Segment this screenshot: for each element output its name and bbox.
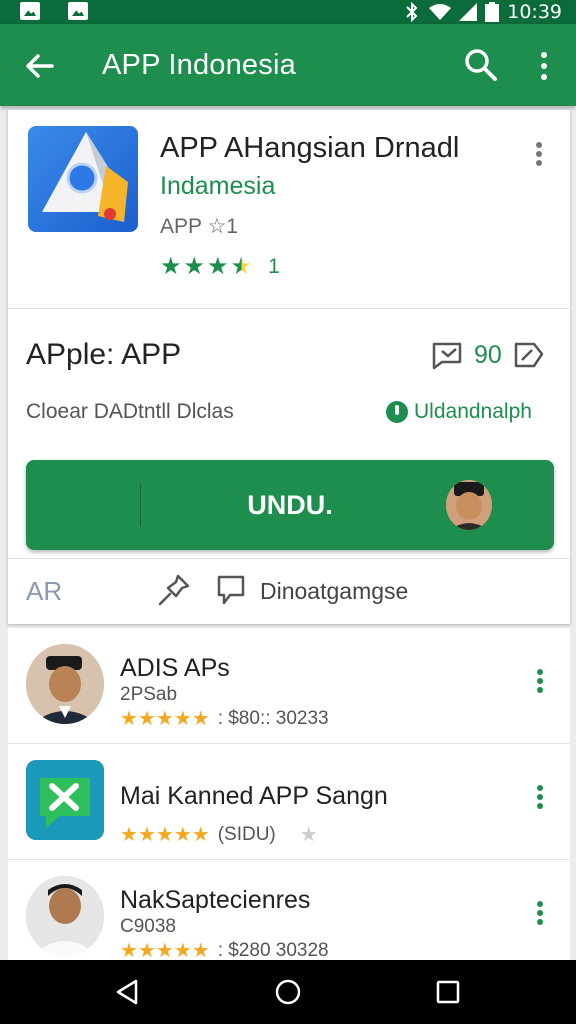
- status-bar: 10:39: [0, 0, 576, 24]
- list-item-title: Mai Kanned APP Sangn: [120, 782, 388, 810]
- clock: 10:39: [507, 1, 562, 23]
- more-vert-icon[interactable]: [536, 668, 544, 694]
- star-icon: ★: [120, 940, 138, 960]
- chat-icon[interactable]: [430, 340, 464, 370]
- rating-count: 1: [268, 254, 280, 278]
- star-icon: ★: [183, 253, 206, 280]
- star-icon: ★: [173, 708, 192, 730]
- image-icon: [20, 2, 40, 20]
- avatar: [26, 644, 104, 724]
- system-nav-bar: [0, 960, 576, 1024]
- back-triangle-icon[interactable]: [112, 976, 144, 1008]
- more-vert-icon[interactable]: [532, 48, 556, 84]
- bluetooth-icon: [406, 2, 418, 22]
- verified-badge: Uldandnalph: [386, 400, 532, 424]
- list-item-meta: (SIDU): [217, 823, 276, 845]
- star-icon: ★: [155, 708, 174, 730]
- star-half-icon: ★: [230, 253, 253, 280]
- app-rating: ★ ★ ★ ★ 1: [160, 252, 280, 281]
- avatar: [446, 480, 492, 530]
- star-icon: ★: [155, 824, 174, 846]
- info-icon: [386, 401, 408, 423]
- comment-label[interactable]: Dinoatgamgse: [260, 578, 408, 605]
- list-item[interactable]: Mai Kanned APP Sangn ★ ★ ★ ★ ★ (SIDU) ★: [8, 744, 570, 860]
- list-item-subtitle: 2PSab: [120, 684, 178, 705]
- ar-label[interactable]: AR: [26, 576, 62, 607]
- star-icon: ★: [160, 253, 182, 280]
- developer-link[interactable]: Indamesia: [160, 172, 275, 201]
- star-icon: ★: [173, 940, 192, 960]
- recents-square-icon[interactable]: [432, 976, 464, 1008]
- more-vert-icon[interactable]: [536, 900, 544, 926]
- list-item-rating: ★ ★ ★ ★ ★ : $280 30328: [120, 938, 329, 961]
- section-title: APple: APP: [26, 338, 182, 371]
- star-icon: ★: [137, 824, 156, 846]
- list-item[interactable]: ADIS APs 2PSab ★ ★ ★ ★ ★ : $80:: 30233: [8, 628, 570, 744]
- signal-icon: [459, 3, 478, 21]
- avatar: [26, 876, 104, 956]
- app-name: APP AHangsian Drnadl: [160, 132, 460, 164]
- home-circle-icon[interactable]: [272, 976, 304, 1008]
- list-item-title: NakSaptecienres: [120, 886, 311, 914]
- star-half-icon: ★: [191, 824, 210, 846]
- star-icon: ★: [120, 708, 138, 730]
- list-item-rating: ★ ★ ★ ★ ★ : $80:: 30233: [120, 706, 329, 731]
- comment-icon[interactable]: [216, 574, 246, 606]
- verified-label: Uldandnalph: [414, 400, 532, 423]
- app-icon: [26, 760, 104, 840]
- app-logo-graphic: [42, 132, 128, 222]
- star-icon: ★: [120, 824, 138, 846]
- star-icon: ★: [299, 824, 318, 846]
- list-item-meta: : $80:: 30233: [217, 707, 329, 729]
- app-meta: APP ☆1: [160, 215, 238, 238]
- list-item[interactable]: NakSaptecienres C9038 ★ ★ ★ ★ ★ : $280 3…: [8, 860, 570, 960]
- divider: [8, 308, 570, 309]
- more-vert-icon[interactable]: [536, 784, 544, 810]
- battery-icon: [485, 2, 500, 22]
- install-button[interactable]: UNDU.: [26, 460, 554, 550]
- app-detail-card: APP AHangsian Drnadl Indamesia APP ☆1 ★ …: [8, 110, 570, 624]
- list-item-meta: : $280 30328: [217, 939, 329, 961]
- page-title: APP Indonesia: [102, 49, 296, 81]
- divider: [8, 558, 570, 559]
- back-arrow-icon[interactable]: [22, 48, 58, 84]
- list-item-rating: ★ ★ ★ ★ ★ (SIDU) ★: [120, 822, 318, 847]
- app-bar: APP Indonesia: [0, 24, 576, 106]
- star-icon: ★: [155, 940, 174, 960]
- related-apps-list: ADIS APs 2PSab ★ ★ ★ ★ ★ : $80:: 30233 M…: [8, 628, 570, 960]
- list-item-subtitle: C9038: [120, 916, 176, 937]
- section-subtitle: Cloear DADtntll Dlclas: [26, 400, 234, 423]
- pin-icon[interactable]: [156, 572, 192, 608]
- share-icon[interactable]: [512, 340, 546, 370]
- section-count: 90: [474, 340, 502, 369]
- app-logo: [28, 126, 138, 232]
- list-item-title: ADIS APs: [120, 654, 230, 682]
- star-icon: ★: [137, 940, 156, 960]
- star-icon: ★: [137, 708, 156, 730]
- star-icon: ★: [173, 824, 192, 846]
- star-half-icon: ★: [191, 940, 210, 960]
- more-vert-icon[interactable]: [532, 140, 546, 168]
- actions-row: AR Dinoatgamgse: [26, 572, 554, 612]
- section-actions: 90: [430, 340, 546, 370]
- wifi-icon: [429, 4, 452, 20]
- star-icon: ★: [207, 253, 229, 280]
- image-icon: [68, 2, 88, 20]
- search-icon[interactable]: [462, 46, 500, 84]
- star-half-icon: ★: [191, 708, 210, 730]
